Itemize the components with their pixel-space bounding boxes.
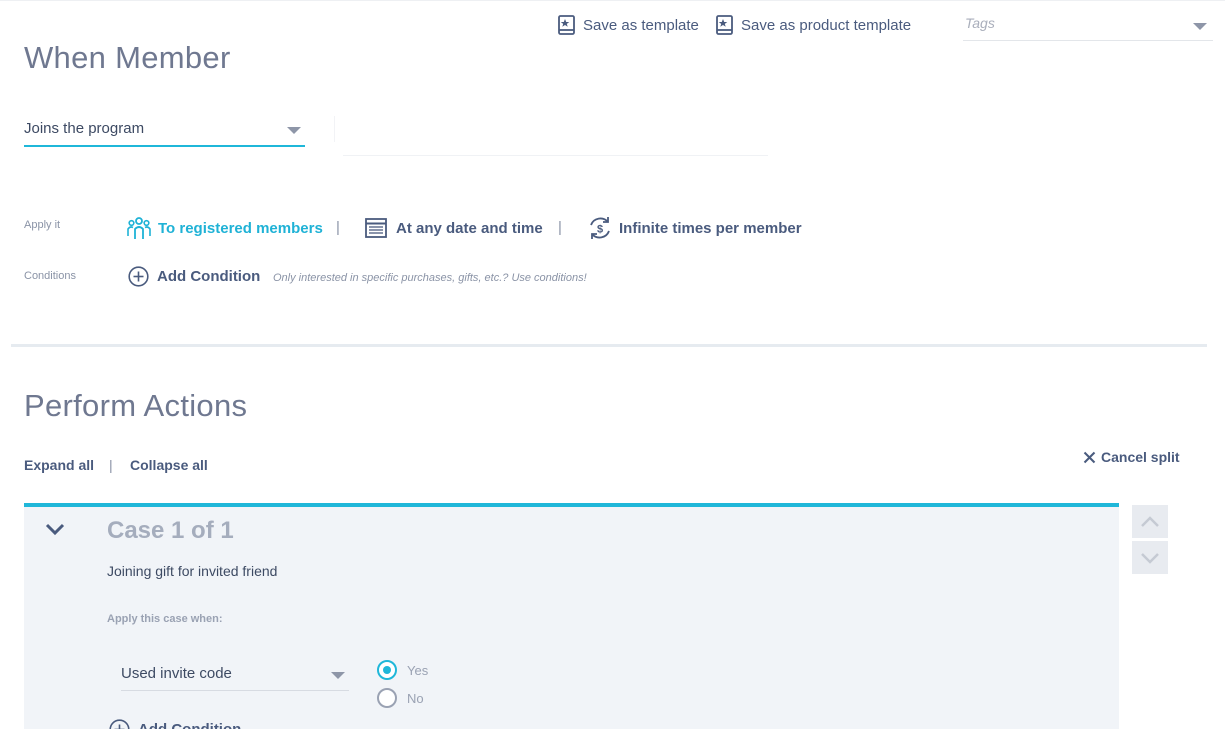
case-name[interactable]: Joining gift for invited friend bbox=[107, 563, 277, 579]
chevron-up-icon bbox=[1141, 515, 1159, 527]
members-icon bbox=[127, 217, 151, 239]
chevron-down-icon[interactable] bbox=[44, 522, 66, 538]
case-condition-select[interactable]: Used invite code bbox=[121, 662, 349, 691]
add-condition-label: Add Condition bbox=[157, 268, 261, 285]
template-icon bbox=[558, 15, 575, 35]
apply-to-members-button[interactable]: To registered members bbox=[126, 215, 323, 241]
radio-yes[interactable]: Yes bbox=[377, 660, 428, 680]
radio-no-label: No bbox=[407, 690, 424, 706]
chevron-down-icon bbox=[1141, 552, 1159, 564]
save-as-template-button[interactable]: Save as template bbox=[557, 14, 699, 36]
when-member-title: When Member bbox=[24, 40, 231, 75]
calendar-icon bbox=[365, 218, 387, 238]
move-case-down-button[interactable] bbox=[1132, 541, 1168, 574]
collapse-all-link[interactable]: Collapse all bbox=[130, 457, 208, 473]
conditions-hint: Only interested in specific purchases, g… bbox=[273, 272, 587, 284]
expand-all-link[interactable]: Expand all bbox=[24, 457, 94, 473]
radio-no-circle bbox=[377, 688, 397, 708]
radio-no[interactable]: No bbox=[377, 688, 424, 708]
conditions-label: Conditions bbox=[24, 270, 76, 282]
case-title: Case 1 of 1 bbox=[107, 517, 234, 544]
case-apply-when-label: Apply this case when: bbox=[107, 613, 223, 625]
svg-text:$: $ bbox=[597, 224, 603, 236]
plus-circle-icon bbox=[128, 266, 149, 287]
plus-circle-icon bbox=[109, 719, 130, 729]
move-case-up-button[interactable] bbox=[1132, 505, 1168, 538]
apply-to-members-label: To registered members bbox=[158, 219, 323, 237]
empty-field-underline bbox=[343, 155, 768, 156]
case-condition-value: Used invite code bbox=[121, 665, 232, 682]
add-condition-button[interactable]: Add Condition bbox=[128, 266, 260, 287]
radio-yes-label: Yes bbox=[407, 662, 429, 678]
top-border bbox=[0, 0, 1225, 1]
save-as-product-template-button[interactable]: Save as product template bbox=[715, 14, 911, 36]
case-add-condition-label: Add Condition bbox=[138, 721, 241, 729]
chevron-down-icon bbox=[1193, 23, 1207, 30]
separator: | bbox=[558, 219, 562, 236]
apply-times-button[interactable]: $ Infinite times per member bbox=[587, 215, 802, 241]
trigger-select[interactable]: Joins the program bbox=[24, 117, 305, 147]
chevron-down-icon bbox=[331, 672, 345, 679]
tags-placeholder: Tags bbox=[965, 15, 995, 31]
radio-yes-circle bbox=[377, 660, 397, 680]
close-icon bbox=[1083, 451, 1096, 463]
section-divider bbox=[11, 344, 1207, 347]
chevron-down-icon bbox=[287, 127, 301, 134]
perform-actions-title: Perform Actions bbox=[24, 388, 248, 423]
apply-date-time-button[interactable]: At any date and time bbox=[364, 215, 543, 241]
cancel-split-button[interactable]: Cancel split bbox=[1083, 449, 1180, 465]
cancel-split-label: Cancel split bbox=[1101, 449, 1180, 465]
field-divider bbox=[334, 116, 335, 142]
separator: | bbox=[109, 457, 113, 473]
case-add-condition-button[interactable]: Add Condition bbox=[109, 719, 241, 729]
trigger-select-value: Joins the program bbox=[24, 120, 145, 137]
recurring-dollar-icon: $ bbox=[590, 217, 610, 239]
save-as-template-label: Save as template bbox=[583, 16, 699, 34]
separator: | bbox=[336, 219, 340, 236]
tags-select[interactable]: Tags bbox=[963, 12, 1213, 41]
apply-date-time-label: At any date and time bbox=[396, 219, 543, 237]
save-as-product-template-label: Save as product template bbox=[741, 16, 912, 34]
template-icon bbox=[716, 15, 733, 35]
apply-it-label: Apply it bbox=[24, 219, 61, 231]
apply-times-label: Infinite times per member bbox=[619, 219, 802, 237]
